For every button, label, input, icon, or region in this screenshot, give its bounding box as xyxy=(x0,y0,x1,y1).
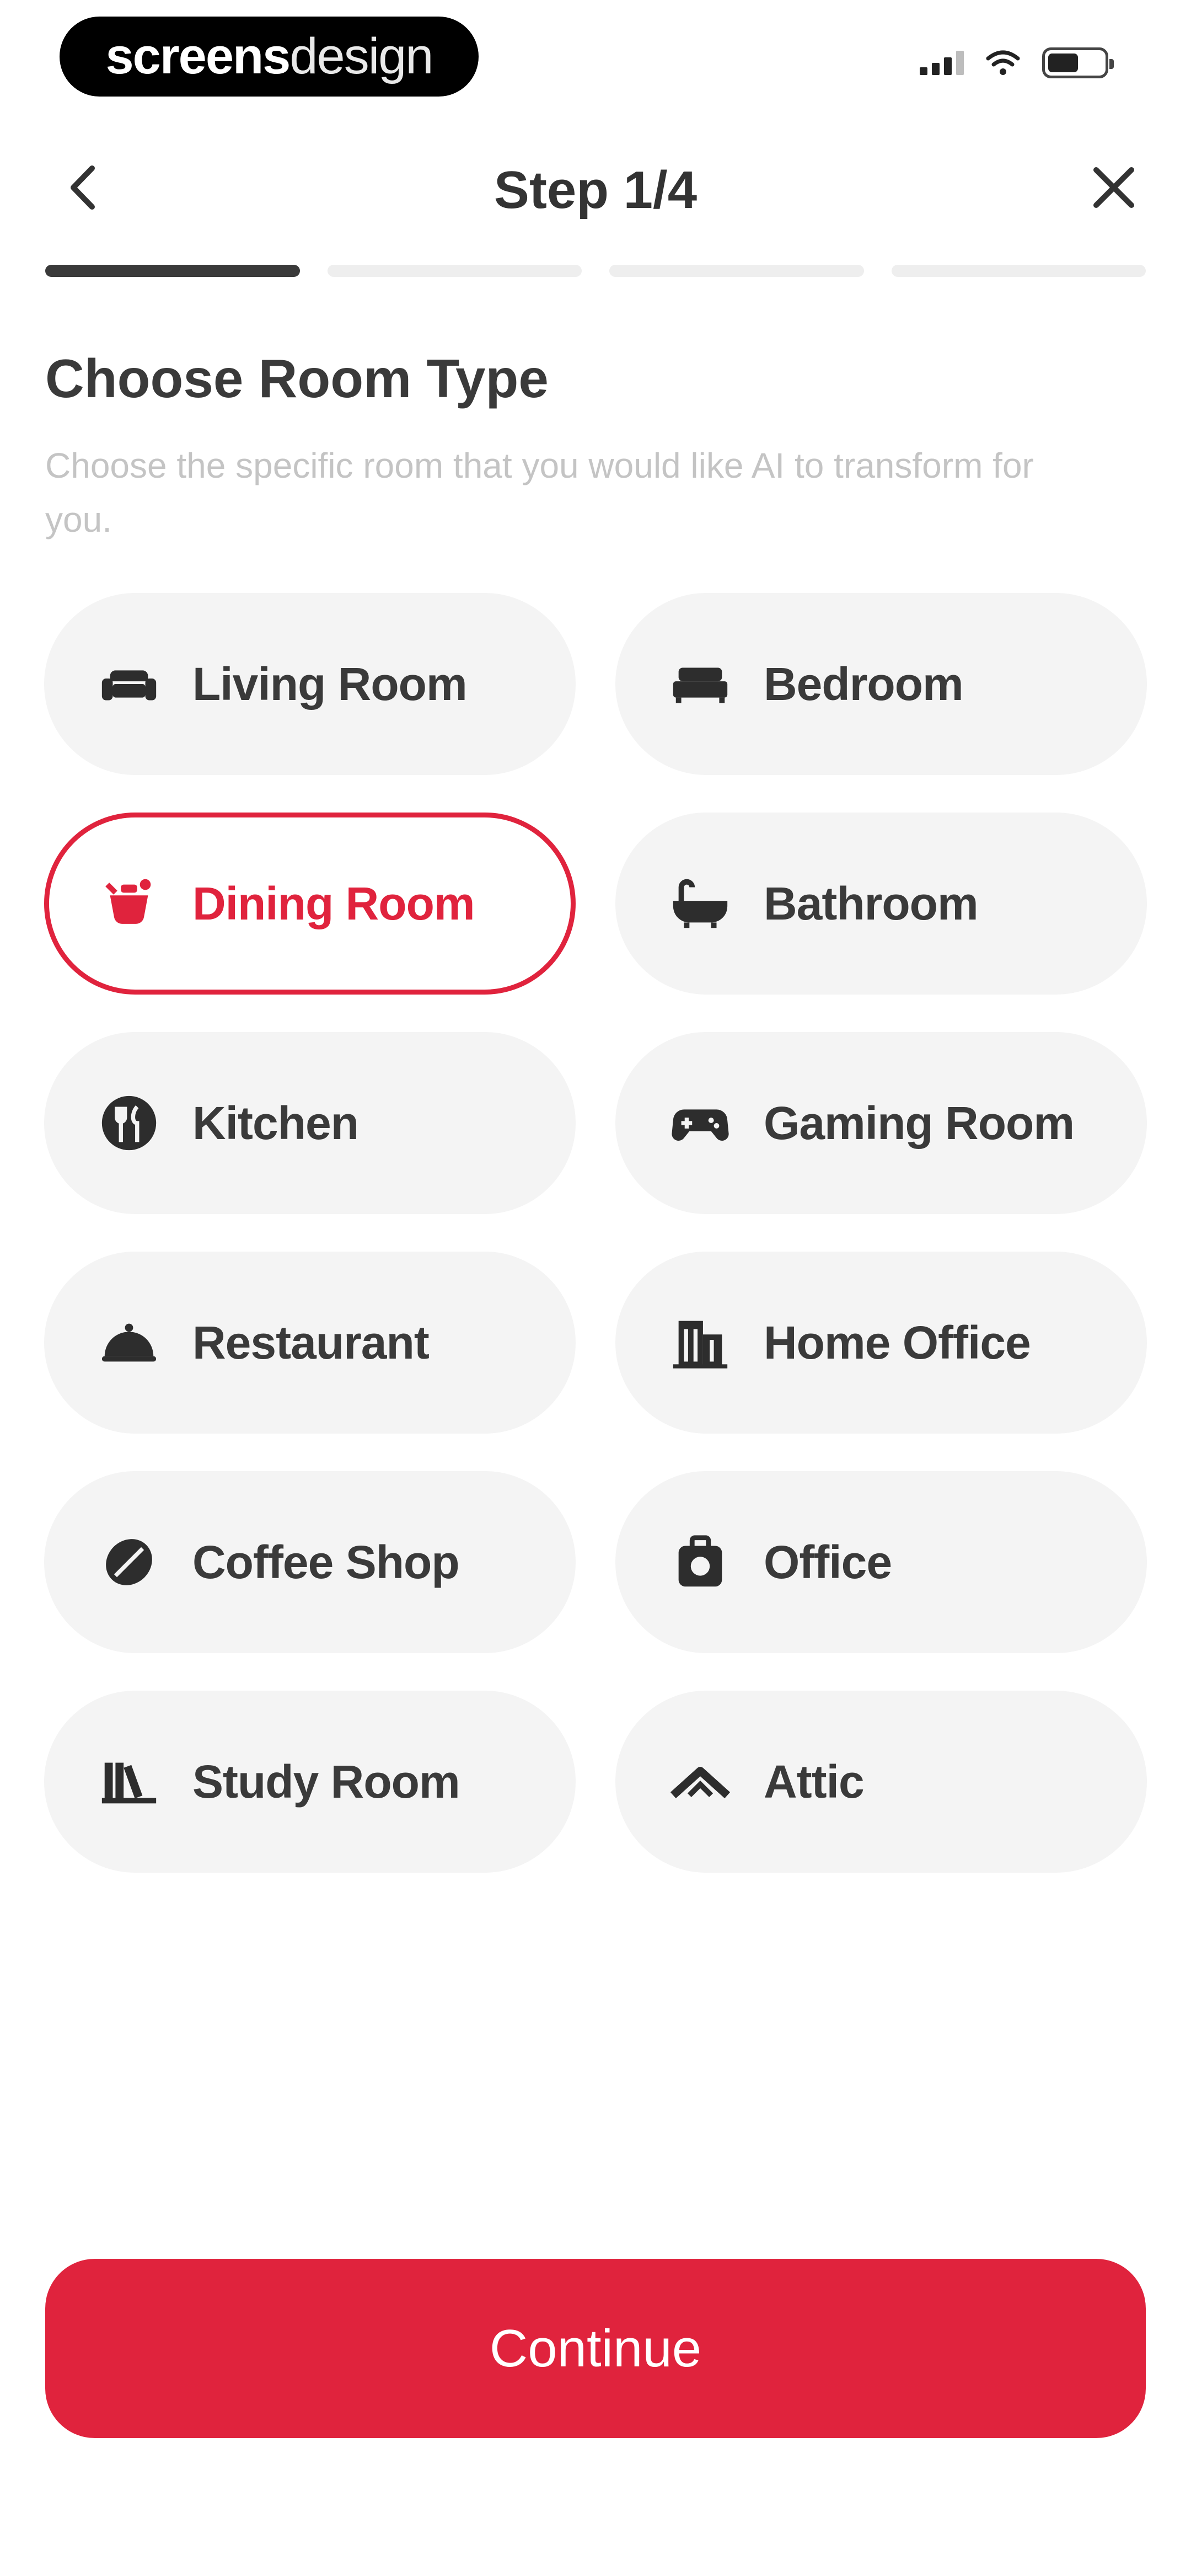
coffee-bean-icon xyxy=(96,1530,162,1595)
room-label: Study Room xyxy=(192,1755,460,1808)
close-icon xyxy=(1093,167,1134,208)
room-label: Attic xyxy=(764,1755,865,1808)
room-label: Home Office xyxy=(764,1316,1031,1369)
brand-bold-text: screens xyxy=(105,28,291,84)
section-title: Choose Room Type xyxy=(45,348,549,409)
room-option-gaming-room[interactable]: Gaming Room xyxy=(615,1032,1147,1214)
room-option-kitchen[interactable]: Kitchen xyxy=(44,1032,576,1214)
room-option-coffee-shop[interactable]: Coffee Shop xyxy=(44,1471,576,1653)
building-icon xyxy=(668,1310,733,1375)
brand-light-text: design xyxy=(289,28,433,84)
room-label: Restaurant xyxy=(192,1316,430,1369)
books-icon xyxy=(96,1749,162,1814)
status-bar: screens design xyxy=(0,0,1191,116)
room-label: Kitchen xyxy=(192,1097,359,1149)
room-label: Bathroom xyxy=(764,877,979,929)
battery-icon xyxy=(1042,47,1114,78)
bathtub-icon xyxy=(668,871,733,936)
room-option-office[interactable]: Office xyxy=(615,1471,1147,1653)
screen: screens design Step 1/4 Choose Room Type… xyxy=(0,0,1191,2576)
brand-logo: screens design xyxy=(60,17,479,97)
dining-icon xyxy=(96,871,162,936)
room-option-home-office[interactable]: Home Office xyxy=(615,1252,1147,1434)
room-label: Gaming Room xyxy=(764,1097,1075,1149)
status-icons xyxy=(920,47,1114,78)
progress-segment-4 xyxy=(891,265,1146,277)
room-label: Office xyxy=(764,1536,892,1588)
room-option-dining-room[interactable]: Dining Room xyxy=(44,813,576,995)
room-option-restaurant[interactable]: Restaurant xyxy=(44,1252,576,1434)
progress-segment-2 xyxy=(327,265,582,277)
wifi-icon xyxy=(986,50,1020,76)
roof-icon xyxy=(668,1749,733,1814)
signal-icon xyxy=(920,51,964,75)
room-label: Coffee Shop xyxy=(192,1536,460,1588)
sofa-icon xyxy=(96,651,162,717)
room-label: Bedroom xyxy=(764,658,964,710)
room-option-bathroom[interactable]: Bathroom xyxy=(615,813,1147,995)
room-option-bedroom[interactable]: Bedroom xyxy=(615,593,1147,775)
gamepad-icon xyxy=(668,1091,733,1156)
kitchen-icon xyxy=(96,1091,162,1156)
step-title: Step 1/4 xyxy=(493,161,698,220)
progress-segment-3 xyxy=(609,265,864,277)
room-type-grid: Living Room Bedroom Dining Room Bathroom xyxy=(44,593,1147,1873)
cloche-icon xyxy=(96,1310,162,1375)
room-option-living-room[interactable]: Living Room xyxy=(44,593,576,775)
room-option-study-room[interactable]: Study Room xyxy=(44,1691,576,1873)
close-button[interactable] xyxy=(1081,154,1147,221)
room-option-attic[interactable]: Attic xyxy=(615,1691,1147,1873)
step-progress xyxy=(45,265,1146,277)
section-subtitle: Choose the specific room that you would … xyxy=(45,446,1034,539)
continue-button[interactable]: Continue xyxy=(45,2259,1146,2438)
bed-icon xyxy=(668,651,733,717)
header: Step 1/4 xyxy=(0,127,1191,254)
progress-segment-1 xyxy=(45,265,300,277)
room-label: Dining Room xyxy=(192,877,475,929)
briefcase-icon xyxy=(668,1530,733,1595)
room-label: Living Room xyxy=(192,658,468,710)
